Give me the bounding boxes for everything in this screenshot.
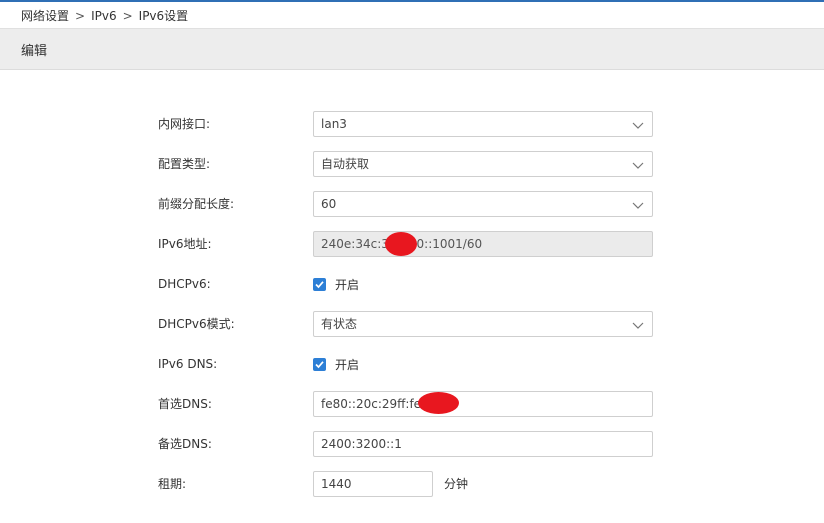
config-type-label: 配置类型: <box>158 157 211 171</box>
lease-input[interactable]: 1440 <box>313 471 433 497</box>
chevron-down-icon <box>632 199 644 211</box>
form-row-prefix-length: 前缀分配长度: 60 <box>0 191 824 217</box>
breadcrumb: 网络设置 > IPv6 > IPv6设置 <box>21 7 188 25</box>
ipv6-dns-toggle[interactable]: 开启 <box>313 351 359 377</box>
checkbox-checked-icon[interactable] <box>313 357 326 371</box>
breadcrumb-item-ipv6-settings: IPv6设置 <box>138 9 189 23</box>
breadcrumb-separator: > <box>122 9 133 23</box>
form-row-lan-interface: 内网接口: lan3 <box>0 111 824 137</box>
prefix-length-select[interactable]: 60 <box>313 191 653 217</box>
secondary-dns-label: 备选DNS: <box>158 437 212 451</box>
breadcrumb-item-ipv6[interactable]: IPv6 <box>91 9 117 23</box>
lan-interface-select[interactable]: lan3 <box>313 111 653 137</box>
chevron-down-icon <box>632 159 644 171</box>
ipv6-dns-label: IPv6 DNS: <box>158 357 218 371</box>
checkbox-checked-icon[interactable] <box>313 277 326 291</box>
prefix-length-value: 60 <box>321 197 337 211</box>
config-type-value: 自动获取 <box>321 157 370 171</box>
form-row-secondary-dns: 备选DNS: 2400:3200::1 <box>0 431 824 457</box>
primary-dns-value: fe80::20c:29ff:fee <box>321 397 429 411</box>
form-row-ipv6-dns: IPv6 DNS: 开启 <box>0 351 824 377</box>
redaction-mark <box>418 392 459 414</box>
form-row-config-type: 配置类型: 自动获取 <box>0 151 824 177</box>
form-row-primary-dns: 首选DNS: fe80::20c:29ff:fee <box>0 391 824 417</box>
dhcpv6-checkbox-label: 开启 <box>335 277 360 292</box>
breadcrumb-separator: > <box>75 9 86 23</box>
lease-unit: 分钟 <box>444 477 469 491</box>
form-row-dhcpv6: DHCPv6: 开启 <box>0 271 824 297</box>
ipv6-address-label: IPv6地址: <box>158 237 212 251</box>
lease-label: 租期: <box>158 477 187 491</box>
form-row-dhcpv6-mode: DHCPv6模式: 有状态 <box>0 311 824 337</box>
form-row-ipv6-address: IPv6地址: 240e:34c:35 0::1001/60 <box>0 231 824 257</box>
primary-dns-input[interactable]: fe80::20c:29ff:fee <box>313 391 653 417</box>
section-header: 编辑 <box>0 28 824 70</box>
lan-interface-value: lan3 <box>321 117 347 131</box>
config-type-select[interactable]: 自动获取 <box>313 151 653 177</box>
lease-value: 1440 <box>321 477 352 491</box>
ipv6-address-value-end: 0::1001/60 <box>416 237 483 251</box>
top-accent-line <box>0 0 824 2</box>
prefix-length-label: 前缀分配长度: <box>158 197 235 211</box>
section-title: 编辑 <box>21 44 48 59</box>
lan-interface-label: 内网接口: <box>158 117 211 131</box>
secondary-dns-value: 2400:3200::1 <box>321 437 402 451</box>
form-row-lease: 租期: 1440 分钟 <box>0 471 824 497</box>
chevron-down-icon <box>632 119 644 131</box>
dhcpv6-mode-label: DHCPv6模式: <box>158 317 235 331</box>
dhcpv6-mode-value: 有状态 <box>321 317 358 331</box>
chevron-down-icon <box>632 319 644 331</box>
redaction-mark <box>385 232 417 256</box>
secondary-dns-input[interactable]: 2400:3200::1 <box>313 431 653 457</box>
primary-dns-label: 首选DNS: <box>158 397 212 411</box>
dhcpv6-label: DHCPv6: <box>158 277 211 291</box>
ipv6-dns-checkbox-label: 开启 <box>335 357 360 372</box>
dhcpv6-mode-select[interactable]: 有状态 <box>313 311 653 337</box>
breadcrumb-item-network-settings[interactable]: 网络设置 <box>21 9 69 23</box>
ipv6-address-field: 240e:34c:35 0::1001/60 <box>313 231 653 257</box>
dhcpv6-toggle[interactable]: 开启 <box>313 271 359 297</box>
